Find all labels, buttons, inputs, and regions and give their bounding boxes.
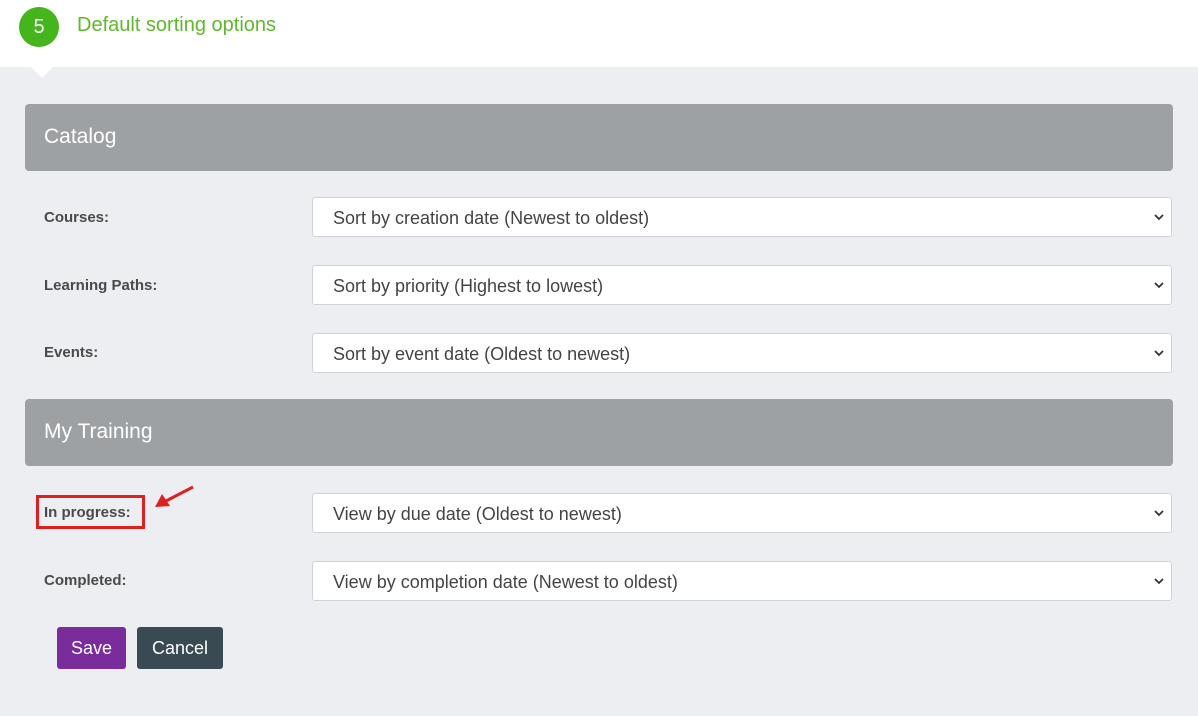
learning-paths-select[interactable]: Sort by priority (Highest to lowest) — [312, 265, 1172, 305]
catalog-panel-header: Catalog — [25, 104, 1173, 171]
my-training-heading: My Training — [44, 420, 153, 443]
courses-select[interactable]: Sort by creation date (Newest to oldest) — [312, 197, 1172, 237]
step-number-badge: 5 — [19, 7, 59, 47]
chevron-down-icon — [1154, 578, 1164, 585]
completed-select[interactable]: View by completion date (Newest to oldes… — [312, 561, 1172, 601]
learning-paths-select-value: Sort by priority (Highest to lowest) — [333, 276, 604, 296]
events-label: Events: — [44, 344, 99, 361]
cancel-button[interactable]: Cancel — [137, 627, 223, 669]
step-pointer — [30, 66, 54, 78]
annotation-highlight-box — [36, 495, 145, 529]
save-button[interactable]: Save — [57, 627, 126, 669]
events-select[interactable]: Sort by event date (Oldest to newest) — [312, 333, 1172, 373]
chevron-down-icon — [1154, 510, 1164, 517]
chevron-down-icon — [1154, 282, 1164, 289]
step-header: 5 Default sorting options — [0, 0, 1198, 67]
courses-label: Courses: — [44, 209, 110, 226]
catalog-heading: Catalog — [44, 125, 117, 148]
events-select-value: Sort by event date (Oldest to newest) — [333, 344, 631, 364]
in-progress-select[interactable]: View by due date (Oldest to newest) — [312, 493, 1172, 533]
chevron-down-icon — [1154, 214, 1164, 221]
in-progress-select-value: View by due date (Oldest to newest) — [333, 504, 622, 524]
completed-select-value: View by completion date (Newest to oldes… — [333, 572, 678, 592]
step-title: Default sorting options — [77, 14, 277, 36]
chevron-down-icon — [1154, 350, 1164, 357]
learning-paths-label: Learning Paths: — [44, 277, 158, 294]
courses-select-value: Sort by creation date (Newest to oldest) — [333, 208, 650, 228]
my-training-panel-header: My Training — [25, 399, 1173, 466]
red-arrow-icon — [155, 485, 194, 507]
completed-label: Completed: — [44, 572, 127, 589]
